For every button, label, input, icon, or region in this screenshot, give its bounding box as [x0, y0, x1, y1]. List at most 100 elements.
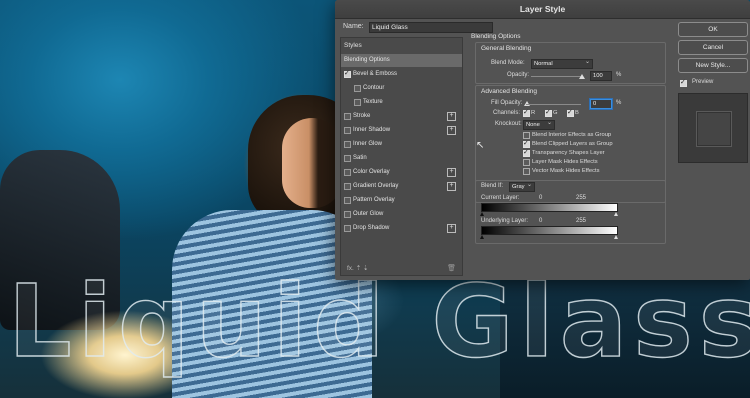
blend-mode-label: Blend Mode:	[491, 60, 525, 66]
blend-mode-select[interactable]: Normal	[531, 58, 593, 69]
blend-if-select[interactable]: Gray	[509, 181, 535, 192]
new-style-button[interactable]: New Style...	[678, 58, 748, 73]
knockout-label: Knockout:	[495, 121, 522, 127]
fx-icon: fx.	[347, 265, 354, 272]
fx-button[interactable]: fx. ⇡ ⇣	[347, 264, 368, 272]
style-checkbox[interactable]	[344, 197, 351, 204]
opacity-slider-thumb[interactable]	[579, 74, 585, 79]
channel-g-label: G	[553, 110, 558, 116]
current-layer-gradient[interactable]	[481, 203, 618, 212]
style-checkbox[interactable]	[344, 183, 351, 190]
style-item-texture[interactable]: Texture	[341, 96, 462, 109]
fill-opacity-slider[interactable]	[526, 104, 581, 105]
name-input[interactable]: Liquid Glass	[369, 22, 493, 33]
layer-style-dialog: Layer Style Name: Liquid Glass Styles Bl…	[335, 0, 750, 280]
mouse-cursor-icon: ↖	[476, 140, 485, 151]
fill-opacity-percent: %	[616, 100, 622, 106]
style-item-contour[interactable]: Contour	[341, 82, 462, 95]
advanced-blending-title: Advanced Blending	[481, 88, 538, 95]
style-item-satin[interactable]: Satin	[341, 152, 462, 165]
cancel-button[interactable]: Cancel	[678, 40, 748, 55]
add-effect-icon[interactable]: +	[447, 182, 456, 191]
style-item-bevel-emboss[interactable]: Bevel & Emboss	[341, 68, 462, 81]
add-effect-icon[interactable]: +	[447, 168, 456, 177]
section-title: Blending Options	[471, 33, 521, 40]
current-layer-label: Current Layer:	[481, 195, 520, 201]
style-item-pattern-overlay[interactable]: Pattern Overlay	[341, 194, 462, 207]
opacity-slider[interactable]	[531, 76, 581, 77]
style-checkbox[interactable]	[344, 69, 351, 78]
style-label: Texture	[363, 99, 383, 105]
fill-opacity-input[interactable]: 0	[590, 99, 612, 109]
move-up-icon[interactable]: ⇡	[356, 265, 361, 272]
channel-g-checkbox[interactable]	[545, 108, 552, 117]
option-label: Blend Clipped Layers as Group	[532, 141, 613, 147]
style-item-inner-glow[interactable]: Inner Glow	[341, 138, 462, 151]
opacity-percent: %	[616, 72, 622, 78]
preview-checkbox[interactable]	[680, 78, 687, 87]
dialog-titlebar[interactable]: Layer Style	[335, 0, 750, 19]
fill-opacity-label: Fill Opacity:	[491, 100, 523, 106]
trash-icon[interactable]: 🗑	[447, 264, 456, 272]
style-item-gradient-overlay[interactable]: Gradient Overlay +	[341, 180, 462, 193]
style-label: Outer Glow	[353, 211, 384, 217]
style-item-outer-glow[interactable]: Outer Glow	[341, 208, 462, 221]
option-checkbox[interactable]	[523, 139, 530, 148]
style-checkbox[interactable]	[344, 127, 351, 134]
style-label: Inner Shadow	[353, 127, 391, 133]
add-effect-icon[interactable]: +	[447, 112, 456, 121]
liquid-glass-text-layer: Liquid Glass	[7, 263, 750, 380]
option-label: Vector Mask Hides Effects	[532, 168, 600, 174]
underlying-layer-gradient[interactable]	[481, 226, 618, 235]
add-effect-icon[interactable]: +	[447, 126, 456, 135]
preview-swatch	[696, 111, 732, 147]
current-layer-max: 255	[576, 195, 587, 201]
style-item-drop-shadow[interactable]: Drop Shadow +	[341, 222, 462, 235]
channels-label: Channels:	[493, 110, 521, 116]
style-checkbox[interactable]	[344, 225, 351, 232]
person-face	[282, 118, 342, 208]
add-effect-icon[interactable]: +	[447, 224, 456, 233]
style-item-stroke[interactable]: Stroke +	[341, 110, 462, 123]
channel-r-checkbox[interactable]	[523, 108, 530, 117]
move-down-icon[interactable]: ⇣	[363, 265, 368, 272]
option-checkbox[interactable]	[523, 148, 530, 157]
underlying-layer-white-handle[interactable]	[614, 235, 618, 239]
option-checkbox[interactable]	[523, 168, 530, 175]
style-checkbox[interactable]	[354, 85, 361, 92]
dialog-title: Layer Style	[519, 4, 566, 14]
option-label: Blend Interior Effects as Group	[532, 132, 612, 138]
style-checkbox[interactable]	[354, 99, 361, 106]
style-label: Inner Glow	[353, 141, 383, 147]
style-item-blending-options[interactable]: Blending Options	[341, 54, 462, 67]
opacity-input[interactable]: 100	[590, 71, 612, 81]
knockout-select[interactable]: None	[523, 119, 555, 130]
current-layer-white-handle[interactable]	[614, 212, 618, 216]
option-checkbox[interactable]	[523, 132, 530, 139]
name-label: Name:	[343, 23, 364, 30]
style-checkbox[interactable]	[344, 211, 351, 218]
channel-r-label: R	[531, 110, 536, 116]
preview-label: Preview	[692, 79, 714, 85]
style-label: Satin	[353, 155, 367, 161]
style-checkbox[interactable]	[344, 113, 351, 120]
channel-b-label: B	[575, 110, 579, 116]
style-checkbox[interactable]	[344, 141, 351, 148]
style-label: Bevel & Emboss	[353, 71, 398, 77]
underlying-layer-black-handle[interactable]	[480, 235, 484, 239]
ok-button[interactable]: OK	[678, 22, 748, 37]
blend-if-group: Blend If: Gray Current Layer: 0 255 Unde…	[475, 180, 666, 244]
style-label: Drop Shadow	[353, 225, 390, 231]
style-label: Stroke	[353, 113, 371, 119]
blend-if-label: Blend If:	[481, 183, 504, 189]
style-item-color-overlay[interactable]: Color Overlay +	[341, 166, 462, 179]
preview-thumbnail	[678, 93, 748, 163]
style-checkbox[interactable]	[344, 155, 351, 162]
style-checkbox[interactable]	[344, 169, 351, 176]
opacity-label: Opacity:	[507, 72, 530, 78]
current-layer-black-handle[interactable]	[480, 212, 484, 216]
channel-b-checkbox[interactable]	[567, 108, 574, 117]
option-checkbox[interactable]	[523, 159, 530, 166]
option-label: Transparency Shapes Layer	[532, 150, 605, 156]
style-item-inner-shadow[interactable]: Inner Shadow +	[341, 124, 462, 137]
